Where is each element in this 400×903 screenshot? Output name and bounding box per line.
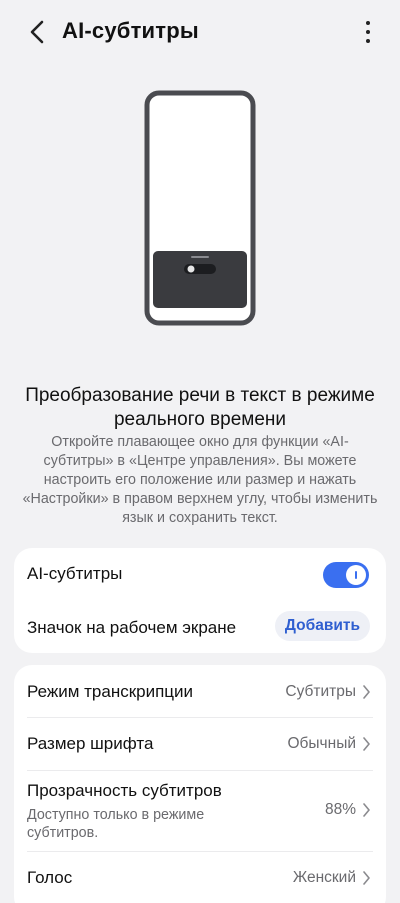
font-size-value: Обычный [287,735,356,752]
subtitle-transparency-label: Прозрачность субтитров [27,781,222,800]
settings-card: Режим транскрипции Субтитры Размер шрифт… [14,665,386,903]
phone-illustration [144,90,256,326]
back-button[interactable] [26,19,50,45]
voice-value: Женский [292,869,356,886]
feature-card: AI-субтитры Значок на рабочем экране Доб… [14,548,386,653]
chevron-left-icon [30,20,44,44]
subtitle-transparency-value: 88% [324,801,356,818]
font-size-row[interactable]: Размер шрифта Обычный [14,718,386,770]
add-button[interactable]: Добавить [274,611,370,641]
page-title: AI-субтитры [62,18,199,43]
home-icon-label: Значок на рабочем экране [27,618,237,637]
chevron-right-icon [363,685,370,699]
toggle-knob [346,565,366,585]
more-options-button[interactable] [356,18,380,46]
transcription-mode-value: Субтитры [285,683,356,700]
intro-description: Откройте плавающее окно для функции «AI-… [22,434,378,526]
voice-row[interactable]: Голос Женский [14,852,386,903]
intro-heading: Преобразование речи в текст в режиме реа… [25,385,375,430]
chevron-right-icon [363,737,370,751]
ai-subtitles-toggle[interactable] [323,562,369,588]
chevron-right-icon [363,803,370,817]
chevron-right-icon [363,871,370,885]
voice-label: Голос [27,868,73,887]
more-vertical-icon [366,21,370,25]
transcription-mode-row[interactable]: Режим транскрипции Субтитры [14,665,386,717]
app-bar: AI-субтитры [0,0,400,64]
ai-subtitles-label: AI-субтитры [27,564,123,583]
font-size-label: Размер шрифта [27,734,154,753]
ai-subtitles-row[interactable]: AI-субтитры [14,548,386,600]
transcription-mode-label: Режим транскрипции [27,682,194,701]
subtitle-transparency-sublabel: Доступно только в режиме субтитров. [27,807,205,841]
subtitle-transparency-row[interactable]: Прозрачность субтитров Доступно только в… [14,771,386,851]
